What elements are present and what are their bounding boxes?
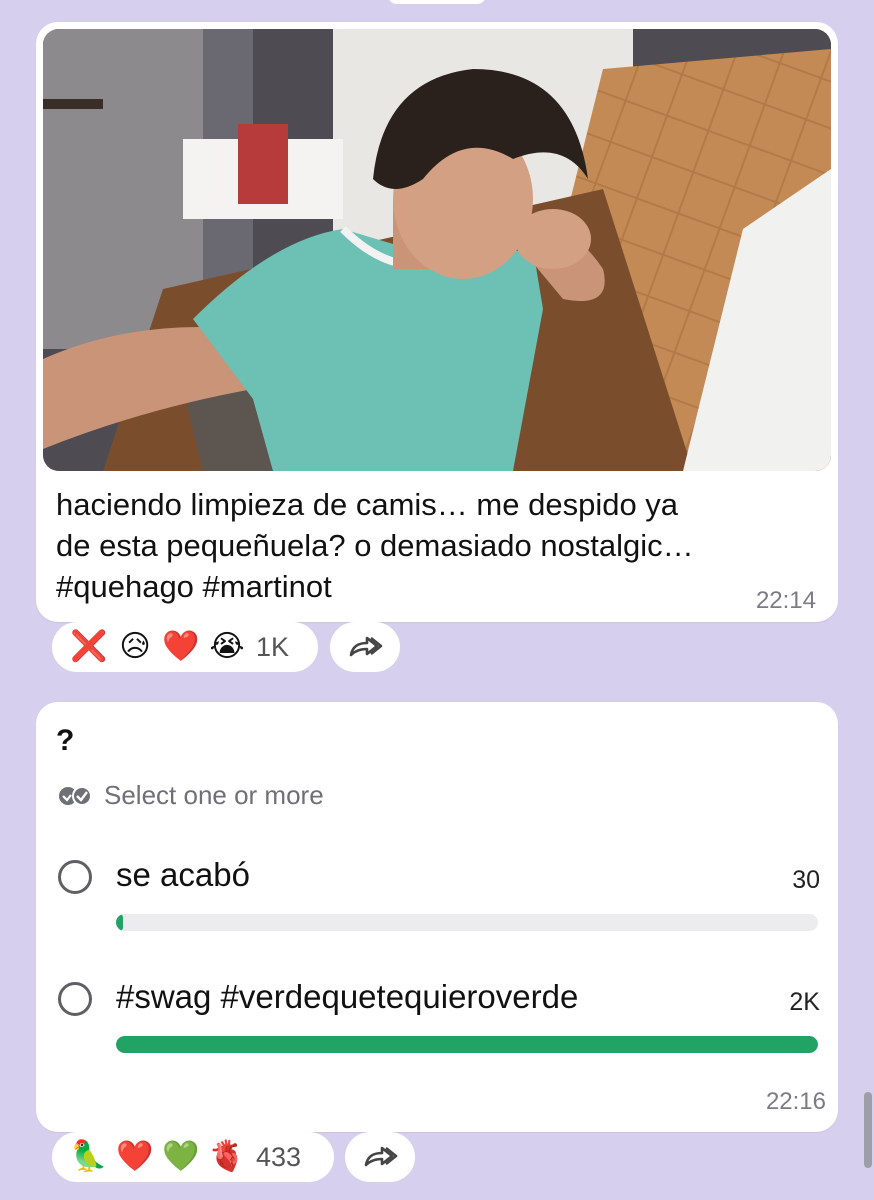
multi-check-icon: [59, 785, 92, 806]
poll-message-bubble: ? Select one or more se acabó 30 #swag #…: [36, 702, 838, 1132]
reaction-emoji[interactable]: 🦜: [66, 1132, 112, 1182]
message-caption: haciendo limpieza de camis… me despido y…: [56, 484, 796, 607]
radio-button[interactable]: [58, 982, 92, 1016]
message-timestamp: 22:16: [765, 1088, 826, 1115]
poll-option[interactable]: se acabó 30: [58, 852, 820, 942]
reaction-emoji[interactable]: ❌: [66, 622, 112, 672]
reaction-emoji[interactable]: 💚: [158, 1132, 204, 1182]
caption-line: #quehago #martinot: [56, 569, 332, 604]
forward-button[interactable]: [345, 1132, 415, 1182]
reaction-emoji[interactable]: 😥: [112, 622, 158, 672]
reaction-emoji[interactable]: ❤️: [158, 622, 204, 672]
forward-icon: [364, 1146, 398, 1167]
reaction-count[interactable]: 1K: [256, 632, 289, 663]
reactions-bar[interactable]: 🦜 ❤️ 💚 🫀 433: [52, 1132, 334, 1182]
poll-option[interactable]: #swag #verdequetequieroverde 2K: [58, 974, 820, 1064]
poll-progress-track: [116, 914, 818, 931]
message-timestamp: 22:14: [755, 587, 816, 614]
poll-option-label: se acabó: [116, 856, 250, 893]
poll-question: ?: [56, 724, 75, 757]
reaction-emoji[interactable]: 🫀: [204, 1132, 250, 1182]
caption-line: de esta pequeñuela? o demasiado nostalgi…: [56, 528, 694, 563]
reaction-count[interactable]: 433: [256, 1142, 301, 1173]
poll-progress-fill: [116, 1036, 818, 1053]
reaction-emoji[interactable]: ❤️: [112, 1132, 158, 1182]
message-photo[interactable]: [43, 29, 831, 471]
forward-icon: [349, 636, 383, 657]
caption-line: haciendo limpieza de camis… me despido y…: [56, 487, 679, 522]
forward-button[interactable]: [330, 622, 400, 672]
poll-option-label: #swag #verdequetequieroverde: [116, 978, 579, 1015]
poll-option-votes: 30: [792, 866, 820, 894]
poll-option-votes: 2K: [789, 988, 820, 1016]
photo-message-bubble[interactable]: haciendo limpieza de camis… me despido y…: [36, 22, 838, 622]
previous-message-edge: [388, 0, 486, 4]
photo-illustration: [43, 29, 831, 471]
poll-mode-label: Select one or more: [104, 780, 324, 810]
poll-mode: Select one or more: [58, 780, 324, 811]
poll-progress-fill: [116, 914, 124, 931]
reactions-bar[interactable]: ❌ 😥 ❤️ 😭 1K: [52, 622, 318, 672]
reaction-emoji[interactable]: 😭: [204, 622, 250, 672]
scrollbar[interactable]: [864, 1092, 872, 1168]
radio-button[interactable]: [58, 860, 92, 894]
poll-progress-track: [116, 1036, 818, 1053]
